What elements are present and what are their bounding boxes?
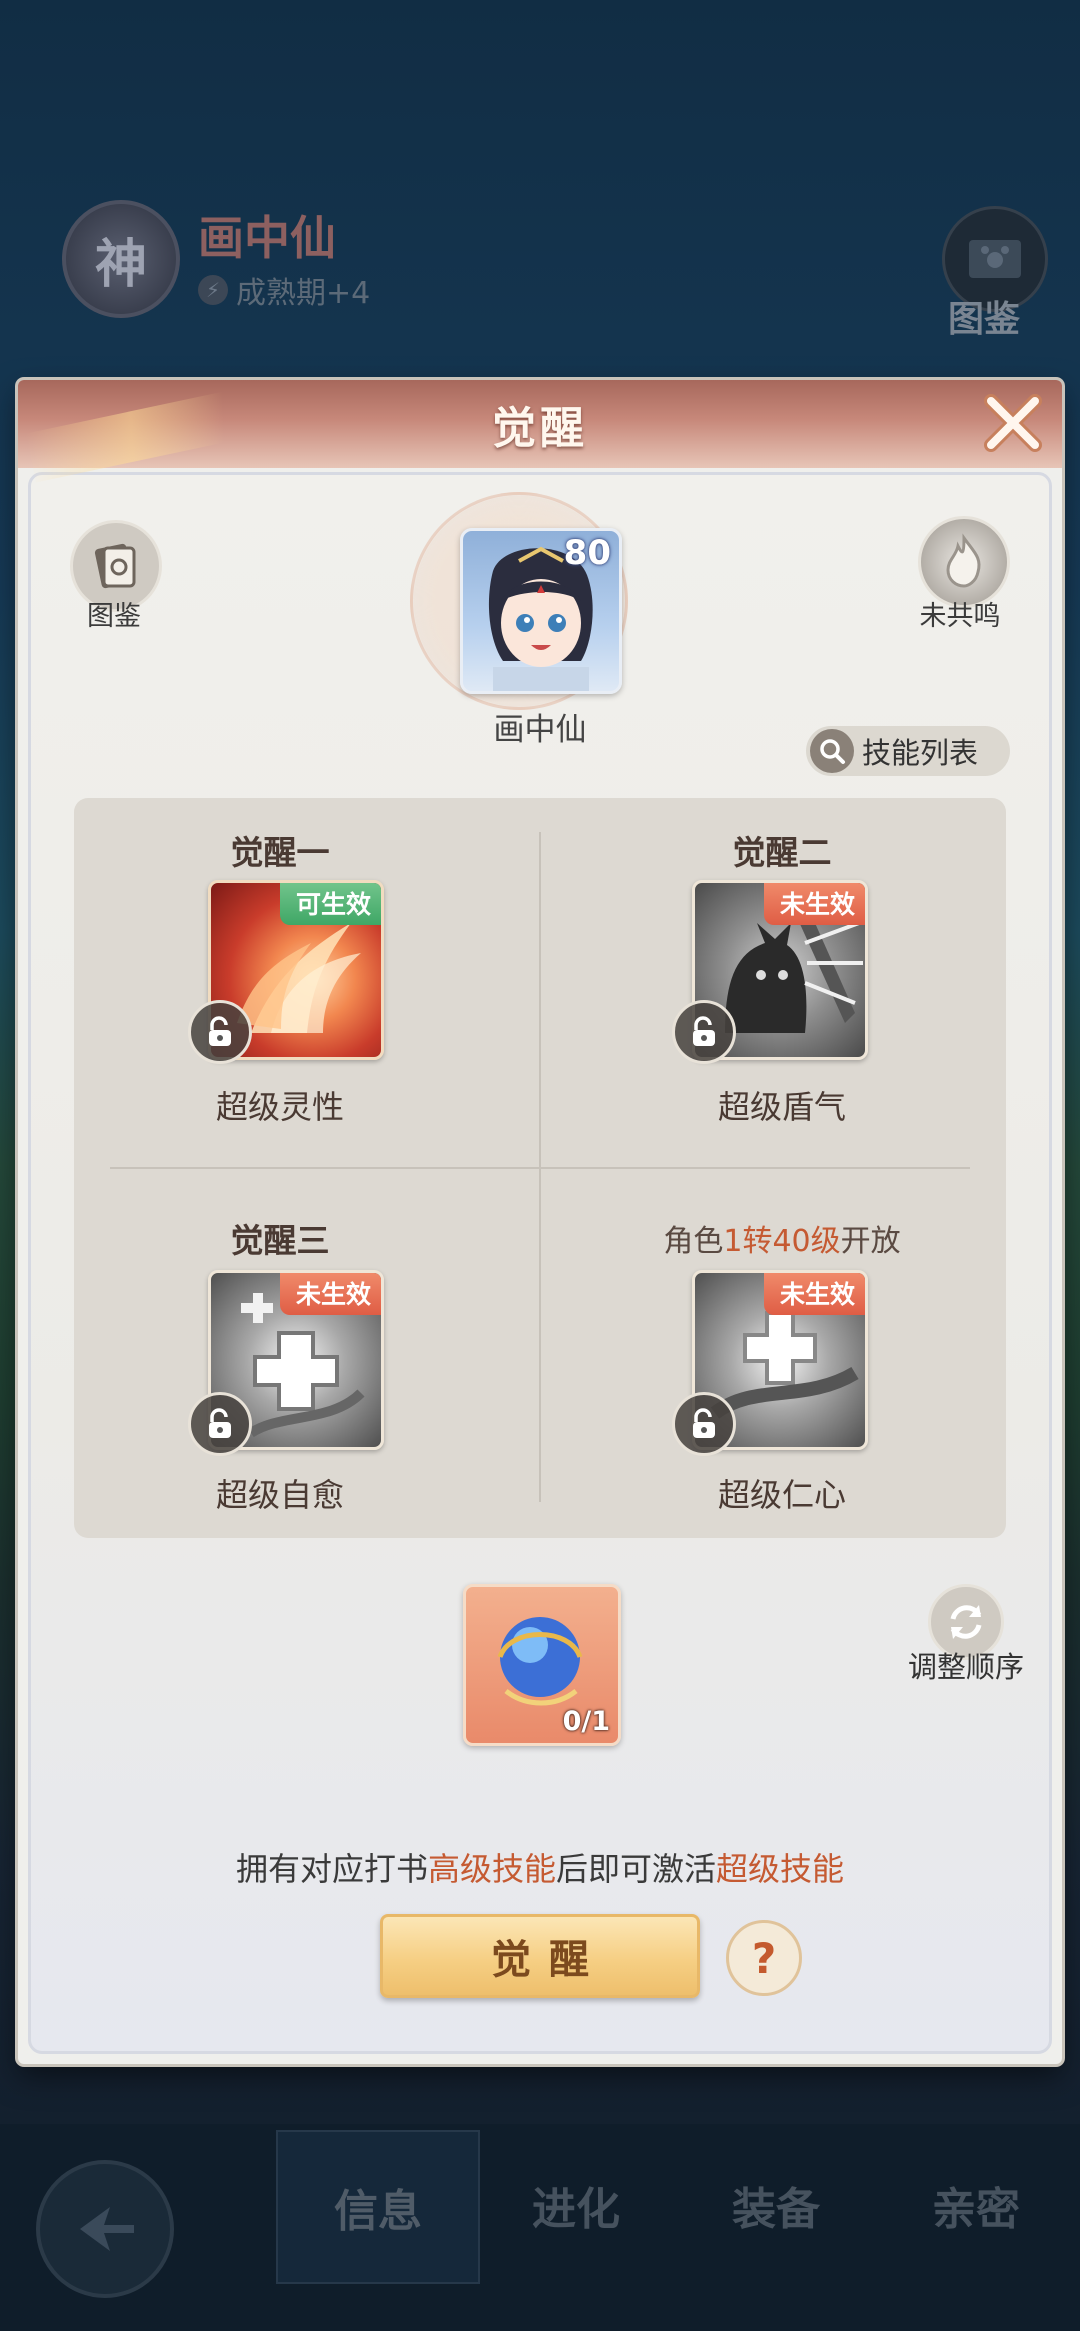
activation-hint: 拥有对应打书高级技能后即可激活超级技能 — [0, 1844, 1080, 1890]
god-rank-badge: 神 — [62, 200, 180, 318]
tab-equipment: 装备 — [732, 2184, 820, 2235]
slot-4-skill-name: 超级仁心 — [717, 1476, 846, 1514]
unlock-icon — [672, 1000, 736, 1064]
slot-2-skill-name: 超级盾气 — [717, 1088, 846, 1126]
slot-3-title: 觉醒三 — [230, 1221, 330, 1260]
card-book-icon — [94, 543, 136, 589]
grid-divider-horizontal — [110, 1167, 970, 1169]
awaken-button[interactable]: 觉醒 — [380, 1914, 700, 1998]
hint-highlight-advanced-skill: 高级技能 — [427, 1850, 556, 1888]
tab-evolve: 进化 — [532, 2184, 620, 2235]
growth-stage: ⚡ 成熟期+4 — [198, 268, 370, 312]
slot-3-skill-name: 超级自愈 — [215, 1476, 344, 1514]
slot-1-skill-name: 超级灵性 — [215, 1088, 344, 1126]
character-name: 画中仙 — [493, 712, 587, 748]
atlas-label: 图鉴 — [948, 299, 1021, 340]
tab-intimacy: 亲密 — [932, 2184, 1020, 2235]
flame-icon — [946, 533, 981, 588]
unlock-icon — [188, 1000, 252, 1064]
unlock-icon — [188, 1392, 252, 1456]
back-arrow-button — [36, 2160, 174, 2298]
hint-part-2: 后即可激活 — [556, 1850, 717, 1888]
character-level: 80 — [563, 533, 611, 573]
slot-4-title: 角色1转40级开放 — [612, 1216, 952, 1260]
slot-2-status-badge: 未生效 — [763, 883, 865, 925]
slot-1-status-badge: 可生效 — [279, 883, 381, 925]
slot-3-status-badge: 未生效 — [279, 1273, 381, 1315]
bolt-icon: ⚡ — [198, 275, 228, 305]
close-icon — [984, 394, 1042, 452]
resonance-label: 未共鸣 — [919, 601, 1001, 632]
character-portrait[interactable]: 80 — [460, 528, 622, 694]
skill-list-button[interactable]: 技能列表 — [806, 726, 1010, 776]
slot-4-title-requirement: 1转40级 — [723, 1224, 841, 1259]
awakening-item-slot[interactable]: 0/1 — [463, 1584, 621, 1746]
modal-title: 觉醒 — [492, 403, 588, 454]
tab-info: 信息 — [276, 2130, 480, 2284]
item-count: 0/1 — [562, 1706, 610, 1737]
unlock-icon — [672, 1392, 736, 1456]
slot-1-title: 觉醒一 — [230, 833, 330, 872]
help-button[interactable]: ? — [726, 1920, 802, 1996]
hint-highlight-super-skill: 超级技能 — [716, 1850, 845, 1888]
reorder-label: 调整顺序 — [907, 1650, 1024, 1684]
growth-stage-text: 成熟期+4 — [236, 276, 371, 311]
refresh-icon — [950, 1605, 982, 1639]
hint-part-1: 拥有对应打书 — [235, 1850, 428, 1888]
slot-4-title-suffix: 开放 — [840, 1224, 901, 1259]
close-button[interactable] — [978, 388, 1048, 458]
search-icon — [810, 729, 854, 773]
background-character-name: 画中仙 — [198, 211, 336, 265]
slot-2-title: 觉醒二 — [732, 833, 832, 872]
modal-header: 觉醒 — [18, 380, 1062, 468]
atlas-button-label: 图鉴 — [87, 601, 141, 632]
skill-list-label: 技能列表 — [862, 736, 979, 770]
question-icon: ? — [751, 1933, 777, 1983]
slot-4-status-badge: 未生效 — [763, 1273, 865, 1315]
slot-4-title-prefix: 角色 — [663, 1224, 724, 1259]
